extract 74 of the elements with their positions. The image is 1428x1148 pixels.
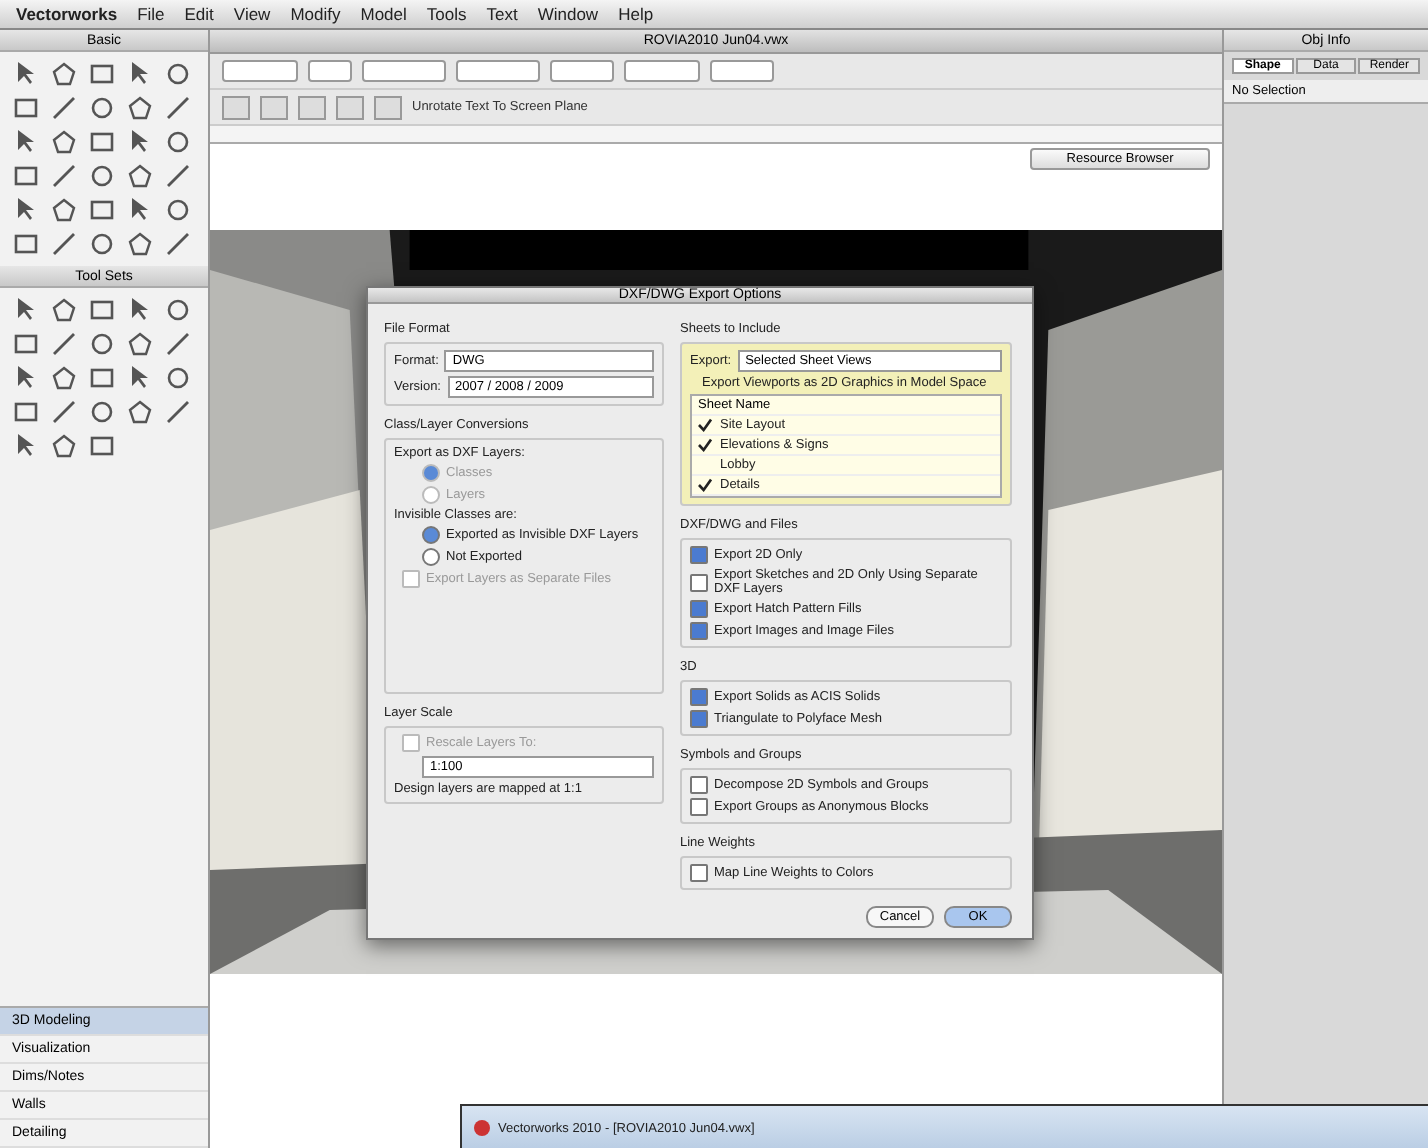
polygon-icon[interactable] <box>48 128 80 156</box>
polygon-icon[interactable] <box>48 432 80 460</box>
rectangle-icon[interactable] <box>10 398 42 426</box>
circle-icon[interactable] <box>86 330 118 358</box>
line-icon[interactable] <box>48 94 80 122</box>
dropdown[interactable] <box>710 60 774 82</box>
line-icon[interactable] <box>162 330 194 358</box>
circle-icon[interactable] <box>162 128 194 156</box>
menu-item[interactable]: Tools <box>426 4 467 24</box>
polygon-icon[interactable] <box>48 196 80 224</box>
circle-icon[interactable] <box>162 60 194 88</box>
menu-item[interactable]: Modify <box>290 4 341 24</box>
check-mark-icon[interactable] <box>698 478 712 492</box>
menu-item[interactable]: Window <box>537 4 599 24</box>
line-icon[interactable] <box>162 398 194 426</box>
rectangle-icon[interactable] <box>86 196 118 224</box>
rectangle-icon[interactable] <box>10 230 42 258</box>
dropdown[interactable] <box>624 60 700 82</box>
circle-icon[interactable] <box>86 230 118 258</box>
check-mark-icon[interactable] <box>698 438 712 452</box>
rectangle-icon[interactable] <box>86 364 118 392</box>
checkbox[interactable] <box>690 710 708 728</box>
menu-item[interactable]: Vectorworks <box>16 4 118 24</box>
line-icon[interactable] <box>48 330 80 358</box>
dropdown[interactable] <box>456 60 540 82</box>
radio-button[interactable] <box>422 526 440 544</box>
circle-icon[interactable] <box>162 364 194 392</box>
rectangle-icon[interactable] <box>10 94 42 122</box>
line-icon[interactable] <box>162 94 194 122</box>
check-mark-icon[interactable] <box>698 418 712 432</box>
line-icon[interactable] <box>48 398 80 426</box>
circle-icon[interactable] <box>162 196 194 224</box>
dropdown[interactable] <box>550 60 614 82</box>
rectangle-icon[interactable] <box>10 162 42 190</box>
polygon-icon[interactable] <box>48 364 80 392</box>
menu-item[interactable]: Text <box>486 4 518 24</box>
menu-item[interactable]: Help <box>618 4 654 24</box>
line-icon[interactable] <box>48 162 80 190</box>
dropdown[interactable] <box>308 60 352 82</box>
polygon-icon[interactable] <box>48 60 80 88</box>
circle-icon[interactable] <box>86 398 118 426</box>
rectangle-icon[interactable] <box>86 296 118 324</box>
circle-icon[interactable] <box>86 162 118 190</box>
polygon-icon[interactable] <box>48 296 80 324</box>
checkbox[interactable] <box>690 864 708 882</box>
polygon-icon[interactable] <box>124 94 156 122</box>
rectangle-icon[interactable] <box>86 128 118 156</box>
polygon-icon[interactable] <box>124 398 156 426</box>
app-icon <box>474 1120 490 1136</box>
circle-icon[interactable] <box>86 94 118 122</box>
menu-item[interactable]: Edit <box>184 4 214 24</box>
rectangle-icon[interactable] <box>86 432 118 460</box>
menu-item[interactable]: View <box>233 4 271 24</box>
checkbox[interactable] <box>690 546 708 564</box>
menu-item[interactable]: Model <box>360 4 407 24</box>
line-icon[interactable] <box>162 230 194 258</box>
line-icon[interactable] <box>48 230 80 258</box>
polygon-icon[interactable] <box>124 230 156 258</box>
menu-item[interactable]: File <box>137 4 165 24</box>
polygon-icon[interactable] <box>124 330 156 358</box>
dropdown[interactable] <box>362 60 446 82</box>
rectangle-icon[interactable] <box>86 60 118 88</box>
line-icon[interactable] <box>162 162 194 190</box>
checkbox[interactable] <box>690 776 708 794</box>
checkbox[interactable] <box>690 688 708 706</box>
checkbox[interactable] <box>690 600 708 618</box>
polygon-icon[interactable] <box>124 162 156 190</box>
radio-button[interactable] <box>422 548 440 566</box>
rectangle-icon[interactable] <box>10 330 42 358</box>
checkbox[interactable] <box>690 622 708 640</box>
checkbox[interactable] <box>690 798 708 816</box>
dropdown[interactable] <box>222 60 298 82</box>
checkbox[interactable] <box>690 573 708 591</box>
circle-icon[interactable] <box>162 296 194 324</box>
